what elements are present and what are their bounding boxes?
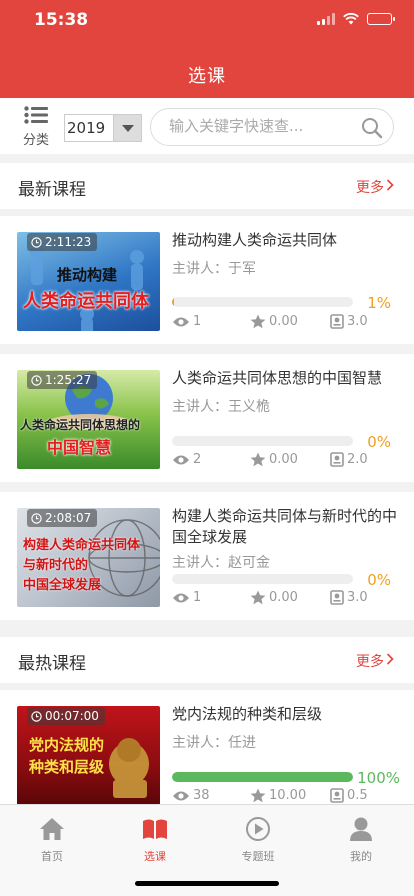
credits-stat: 2.0: [330, 452, 368, 467]
star-icon: [250, 452, 266, 467]
dropdown-arrow-icon: [113, 115, 141, 141]
course-card[interactable]: 2:08:07 构建人类命运共同体 与新时代的 中国全球发展 构建人类命运共同体…: [0, 492, 414, 620]
course-stats: 1 0.00 3.0: [172, 590, 372, 608]
duration-badge: 2:08:07: [27, 509, 98, 527]
status-time: 15:38: [34, 10, 89, 30]
course-title[interactable]: 人类命运共同体思想的中国智慧: [172, 368, 398, 389]
year-select[interactable]: 2019: [64, 114, 142, 142]
course-title[interactable]: 党内法规的种类和层级: [172, 704, 398, 725]
duration-badge: 1:25:27: [27, 371, 98, 389]
rating-stat: 10.00: [250, 788, 306, 803]
eye-icon: [173, 791, 189, 800]
section-title: 最新课程: [18, 180, 86, 200]
course-title[interactable]: 构建人类命运共同体与新时代的中国全球发展: [172, 506, 398, 548]
chevron-right-icon[interactable]: [386, 653, 394, 665]
progress-label: 1%: [367, 294, 391, 312]
views-stat: 1: [172, 314, 201, 329]
eye-icon: [173, 593, 189, 602]
latest-section-header: 最新课程 更多: [0, 163, 414, 209]
course-thumbnail[interactable]: 2:11:23 推动构建 人类命运共同体: [17, 232, 160, 331]
rating-stat: 0.00: [250, 314, 298, 329]
home-icon: [40, 818, 64, 840]
star-icon: [250, 590, 266, 605]
hot-section-header: 最热课程 更多: [0, 637, 414, 683]
lecturer: 主讲人：任进: [172, 735, 256, 751]
user-icon: [350, 817, 372, 841]
lecturer: 主讲人：于军: [172, 261, 256, 277]
credit-book-icon: [330, 314, 344, 329]
rating-stat: 0.00: [250, 452, 298, 467]
play-icon: [246, 817, 270, 841]
star-icon: [250, 314, 266, 329]
course-title[interactable]: 推动构建人类命运共同体: [172, 230, 398, 251]
tab-home[interactable]: 首页: [22, 815, 82, 864]
course-thumbnail[interactable]: 2:08:07 构建人类命运共同体 与新时代的 中国全球发展: [17, 508, 160, 607]
progress-bar: [172, 297, 353, 307]
search-box[interactable]: [150, 108, 394, 146]
chevron-right-icon[interactable]: [386, 179, 394, 191]
lecturer: 主讲人：王义桅: [172, 399, 270, 415]
year-value: 2019: [67, 119, 106, 137]
category-button[interactable]: 分类: [20, 106, 52, 148]
more-link[interactable]: 更多: [356, 177, 384, 197]
credits-stat: 3.0: [330, 590, 368, 605]
clock-icon: [31, 512, 42, 524]
cellular-signal-icon: [317, 13, 335, 25]
battery-icon: [367, 13, 395, 25]
star-icon: [250, 788, 266, 803]
tab-topics[interactable]: 专题班: [228, 815, 288, 864]
course-card[interactable]: 2:11:23 推动构建 人类命运共同体 推动构建人类命运共同体 主讲人：于军 …: [0, 216, 414, 344]
course-thumbnail[interactable]: 00:07:00 党内法规的 种类和层级: [17, 706, 160, 805]
eye-icon: [173, 317, 189, 326]
rating-stat: 0.00: [250, 590, 298, 605]
book-icon: [143, 819, 167, 839]
progress-bar: [172, 772, 353, 782]
wifi-icon: [343, 13, 359, 25]
course-card[interactable]: 1:25:27 人类命运共同体思想的 中国智慧 人类命运共同体思想的中国智慧 主…: [0, 354, 414, 482]
section-title: 最热课程: [18, 654, 86, 674]
search-icon[interactable]: [361, 117, 383, 139]
credits-stat: 0.5: [330, 788, 368, 803]
duration-badge: 2:11:23: [27, 233, 98, 251]
search-input[interactable]: [169, 117, 349, 135]
page-title: 选课: [188, 66, 226, 87]
credit-book-icon: [330, 788, 344, 803]
clock-icon: [31, 374, 42, 386]
progress-label: 0%: [367, 433, 391, 451]
lecturer: 主讲人：赵可金: [172, 555, 270, 571]
progress-bar: [172, 436, 353, 446]
tab-courses[interactable]: 选课: [125, 815, 185, 864]
clock-icon: [31, 710, 42, 722]
clock-icon: [31, 236, 42, 248]
course-thumbnail[interactable]: 1:25:27 人类命运共同体思想的 中国智慧: [17, 370, 160, 469]
credits-stat: 3.0: [330, 314, 368, 329]
progress-bar: [172, 574, 353, 584]
views-stat: 38: [172, 788, 210, 803]
category-label: 分类: [22, 133, 49, 148]
status-icons: [317, 13, 395, 25]
course-card[interactable]: 00:07:00 党内法规的 种类和层级 党内法规的种类和层级 主讲人：任进 1…: [0, 690, 414, 818]
course-stats: 1 0.00 3.0: [172, 314, 372, 332]
course-stats: 2 0.00 2.0: [172, 452, 372, 470]
app-header: 15:38 选课: [0, 0, 414, 98]
list-icon: [24, 106, 48, 124]
tab-profile[interactable]: 我的: [331, 815, 391, 864]
filter-bar: 分类 2019: [0, 98, 414, 154]
eye-icon: [173, 455, 189, 464]
home-indicator: [135, 881, 279, 886]
credit-book-icon: [330, 590, 344, 605]
progress-label: 0%: [367, 571, 391, 589]
progress-label: 100%: [357, 769, 400, 787]
credit-book-icon: [330, 452, 344, 467]
views-stat: 2: [172, 452, 201, 467]
duration-badge: 00:07:00: [27, 707, 105, 725]
more-link[interactable]: 更多: [356, 651, 384, 671]
views-stat: 1: [172, 590, 201, 605]
